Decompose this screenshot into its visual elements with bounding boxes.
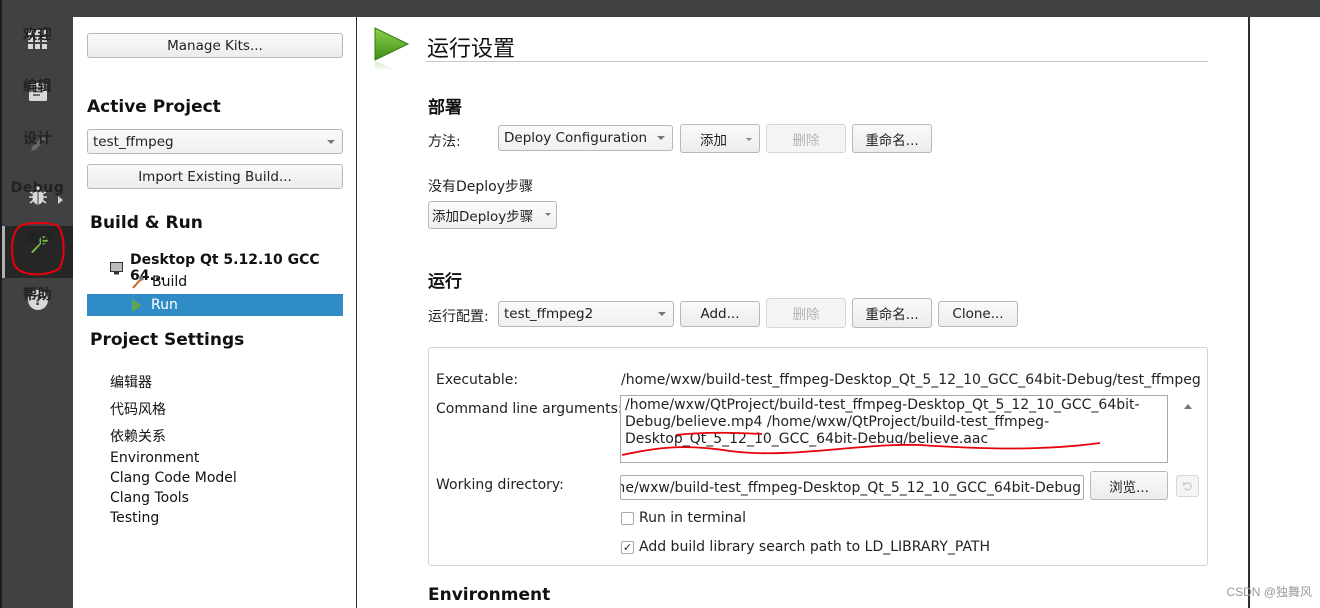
run-label: Run bbox=[151, 297, 178, 313]
mode-design[interactable]: 设计 bbox=[2, 126, 73, 178]
workdir-label: Working directory: bbox=[436, 477, 564, 493]
annotation-circle bbox=[11, 222, 65, 276]
deploy-add-button[interactable]: 添加 bbox=[680, 124, 760, 153]
mode-label: 帮助 bbox=[23, 287, 52, 303]
run-settings-play-icon bbox=[374, 27, 410, 75]
scroll-up-icon[interactable] bbox=[1184, 404, 1192, 409]
environment-heading: Environment bbox=[428, 585, 551, 605]
chevron-down-icon bbox=[657, 136, 665, 140]
active-project-value: test_ffmpeg bbox=[93, 133, 174, 150]
executable-label: Executable: bbox=[436, 372, 519, 388]
build-run-heading: Build & Run bbox=[90, 213, 203, 233]
top-title-bar bbox=[0, 0, 1320, 17]
watermark: CSDN @独舞风 bbox=[1226, 585, 1312, 599]
settings-item-code-style[interactable]: 代码风格 bbox=[110, 399, 166, 419]
chevron-down-icon bbox=[746, 138, 752, 141]
run-rename-button[interactable]: 重命名... bbox=[852, 298, 932, 328]
run-in-terminal-label[interactable]: Run in terminal bbox=[639, 510, 746, 526]
args-line: /home/wxw/QtProject/build-test_ffmpeg-De… bbox=[625, 397, 1140, 413]
deploy-add-label: 添加 bbox=[700, 132, 727, 149]
run-config-select[interactable]: test_ffmpeg2 bbox=[498, 301, 674, 327]
project-settings-heading: Project Settings bbox=[90, 330, 245, 350]
mode-sidebar: 欢迎 编辑 设计 Debug 项目 ? 帮助 bbox=[0, 0, 73, 608]
run-config-label: 运行配置: bbox=[428, 309, 489, 325]
build-label: Build bbox=[152, 274, 188, 290]
run-tree-item[interactable]: Run bbox=[87, 294, 343, 316]
import-existing-build-button[interactable]: Import Existing Build... bbox=[87, 164, 343, 189]
deploy-heading: 部署 bbox=[428, 98, 462, 118]
chevron-down-icon bbox=[658, 312, 666, 316]
settings-item-clang-code-model[interactable]: Clang Code Model bbox=[110, 470, 237, 486]
mode-label: 欢迎 bbox=[23, 27, 52, 43]
mode-label: 编辑 bbox=[23, 79, 52, 95]
deploy-config-select[interactable]: Deploy Configuration bbox=[498, 125, 673, 151]
no-deploy-steps-label: 没有Deploy步骤 bbox=[428, 179, 534, 195]
chevron-down-icon bbox=[327, 139, 335, 144]
run-clone-button[interactable]: Clone... bbox=[938, 301, 1018, 327]
checkmark-icon: ✓ bbox=[622, 541, 633, 554]
run-play-icon bbox=[131, 298, 143, 312]
run-in-terminal-checkbox[interactable] bbox=[621, 512, 634, 525]
run-add-button[interactable]: Add... bbox=[680, 301, 760, 327]
reset-workdir-button[interactable] bbox=[1176, 475, 1199, 497]
chevron-down-icon bbox=[545, 213, 551, 216]
desktop-monitor-icon bbox=[110, 261, 123, 275]
settings-item-environment[interactable]: Environment bbox=[110, 450, 199, 466]
mode-help[interactable]: ? 帮助 bbox=[2, 282, 73, 334]
undo-icon bbox=[1182, 481, 1193, 492]
run-remove-button[interactable]: 删除 bbox=[766, 298, 846, 328]
settings-item-clang-tools[interactable]: Clang Tools bbox=[110, 490, 189, 506]
run-heading: 运行 bbox=[428, 272, 462, 292]
add-deploy-step-label: 添加Deploy步骤 bbox=[432, 209, 534, 225]
deploy-rename-button[interactable]: 重命名... bbox=[852, 124, 932, 153]
active-project-heading: Active Project bbox=[87, 97, 221, 117]
run-config-value: test_ffmpeg2 bbox=[504, 306, 594, 322]
annotation-underline bbox=[621, 431, 1101, 456]
add-lib-path-checkbox[interactable]: ✓ bbox=[621, 541, 634, 554]
expand-arrow-icon[interactable] bbox=[58, 196, 63, 204]
add-deploy-step-select[interactable]: 添加Deploy步骤 bbox=[428, 201, 557, 229]
active-project-select[interactable]: test_ffmpeg bbox=[87, 129, 343, 154]
manage-kits-button[interactable]: Manage Kits... bbox=[87, 33, 343, 58]
browse-button[interactable]: 浏览... bbox=[1090, 471, 1168, 500]
deploy-method-label: 方法: bbox=[428, 134, 461, 150]
workdir-value: /home/wxw/build-test_ffmpeg-Desktop_Qt_5… bbox=[620, 479, 1081, 496]
hammer-icon bbox=[131, 275, 145, 289]
mode-label: 设计 bbox=[23, 131, 52, 147]
deploy-remove-button[interactable]: 删除 bbox=[766, 124, 846, 153]
deploy-config-value: Deploy Configuration bbox=[504, 130, 648, 146]
mode-welcome[interactable]: 欢迎 bbox=[2, 22, 73, 74]
window-divider bbox=[1248, 17, 1250, 608]
build-tree-item[interactable]: Build bbox=[131, 274, 187, 290]
settings-item-dependencies[interactable]: 依赖关系 bbox=[110, 426, 166, 446]
mode-edit[interactable]: 编辑 bbox=[2, 74, 73, 126]
settings-item-editor[interactable]: 编辑器 bbox=[110, 372, 152, 392]
workdir-input[interactable]: /home/wxw/build-test_ffmpeg-Desktop_Qt_5… bbox=[620, 475, 1084, 500]
run-settings-page: 运行设置 部署 方法: Deploy Configuration 添加 删除 重… bbox=[358, 17, 1250, 608]
project-nav-panel: Manage Kits... Active Project test_ffmpe… bbox=[73, 17, 357, 608]
mode-label: Debug bbox=[10, 180, 65, 196]
page-title: 运行设置 bbox=[427, 37, 516, 62]
add-lib-path-label[interactable]: Add build library search path to LD_LIBR… bbox=[639, 539, 990, 555]
args-label: Command line arguments: bbox=[436, 401, 623, 417]
executable-path: /home/wxw/build-test_ffmpeg-Desktop_Qt_5… bbox=[621, 372, 1201, 388]
title-divider bbox=[426, 61, 1208, 62]
settings-item-testing[interactable]: Testing bbox=[110, 510, 159, 526]
